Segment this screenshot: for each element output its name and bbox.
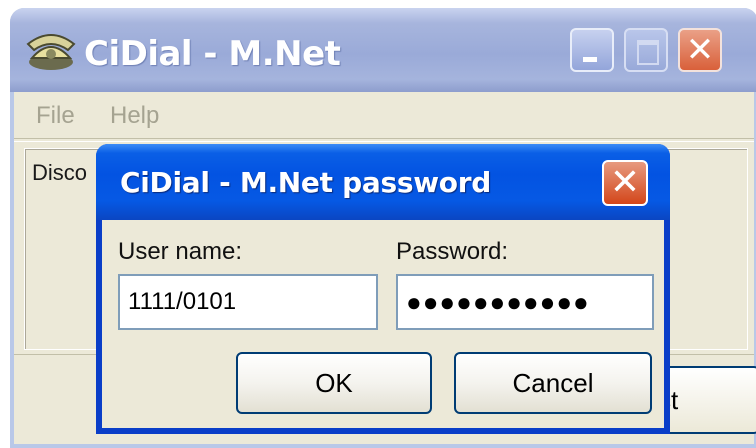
minimize-button[interactable] — [570, 28, 614, 72]
close-icon: ✕ — [685, 30, 715, 70]
main-titlebar[interactable]: CiDial - M.Net ✕ — [10, 8, 756, 92]
username-label: User name: — [118, 238, 243, 265]
password-label: Password: — [396, 238, 509, 265]
main-window-title: CiDial - M.Net — [84, 34, 341, 74]
menu-separator — [14, 138, 754, 142]
connection-status-text: Disco — [32, 160, 88, 185]
cancel-button[interactable]: Cancel — [454, 352, 652, 414]
menubar: File Help — [14, 92, 754, 138]
dialog-close-button[interactable]: ✕ — [602, 160, 648, 206]
dialog-title: CiDial - M.Net password — [120, 166, 491, 199]
username-field[interactable]: 1111/0101 — [118, 274, 378, 330]
telephone-icon — [26, 34, 76, 70]
menu-file[interactable]: File — [36, 102, 75, 130]
maximize-button[interactable] — [624, 28, 668, 72]
menu-help[interactable]: Help — [110, 102, 159, 130]
dialog-titlebar[interactable]: CiDial - M.Net password ✕ — [96, 144, 670, 220]
password-field[interactable]: ●●●●●●●●●●● — [396, 274, 654, 330]
close-icon: ✕ — [609, 162, 641, 203]
maximize-icon — [637, 40, 659, 65]
minimize-icon — [583, 57, 597, 62]
ok-button[interactable]: OK — [236, 352, 432, 414]
main-close-button[interactable]: ✕ — [678, 28, 722, 72]
